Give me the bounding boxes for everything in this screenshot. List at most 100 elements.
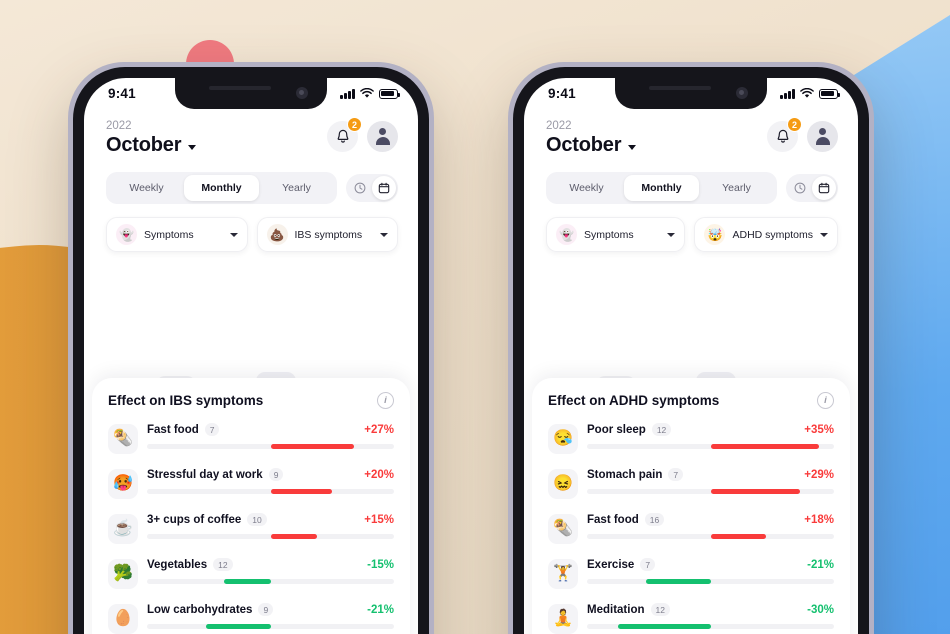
effect-row[interactable]: 🧘 Meditation 12 -30% (548, 603, 834, 634)
effect-bar-fill (710, 444, 819, 449)
battery-icon (819, 88, 840, 99)
page-header: 2022 October 2 (524, 109, 858, 157)
effect-count: 12 (651, 423, 672, 436)
effect-percent: -15% (367, 558, 394, 571)
effect-row[interactable]: 😖 Stomach pain 7 +29% (548, 468, 834, 499)
effect-name: Fast food (147, 423, 199, 436)
tab-yearly[interactable]: Yearly (259, 175, 334, 201)
calendar-icon (818, 182, 830, 194)
effect-bar-track (147, 534, 394, 539)
effects-list: 😪 Poor sleep 12 +35% 😖 Stomach pain 7 +29% 🌯 Fast… (548, 423, 834, 634)
profile-avatar-button[interactable] (367, 121, 398, 152)
poop-emoji-icon: 💩 (266, 224, 288, 245)
effect-count: 9 (258, 603, 274, 616)
dropdown-symptoms[interactable]: 👻 Symptoms (106, 217, 248, 252)
effects-card-title: Effect on IBS symptoms (108, 393, 264, 408)
effect-row-body: Poor sleep 12 +35% (587, 423, 834, 449)
effects-card-header: Effect on ADHD symptoms i (548, 392, 834, 409)
calendar-view-button[interactable] (812, 176, 836, 200)
period-controls: Weekly Monthly Yearly (84, 157, 418, 204)
effect-name: Stressful day at work (147, 468, 263, 481)
filter-dropdowns: 👻 Symptoms 💩 IBS symptoms (84, 204, 418, 252)
info-icon[interactable]: i (817, 392, 834, 409)
date-selector[interactable]: 2022 October (546, 119, 637, 157)
avatar-icon (814, 128, 831, 145)
effect-percent: +18% (804, 513, 834, 526)
effect-row[interactable]: 🌯 Fast food 16 +18% (548, 513, 834, 544)
dropdown-symptom-type-label: ADHD symptoms (732, 228, 813, 241)
clock-view-button[interactable] (788, 176, 812, 200)
hot-face-emoji-icon: 🥵 (108, 469, 138, 499)
effect-count: 12 (650, 603, 670, 616)
effects-card-header: Effect on IBS symptoms i (108, 392, 394, 409)
dropdown-symptoms[interactable]: 👻 Symptoms (546, 217, 686, 252)
effect-row-body: Fast food 16 +18% (587, 513, 834, 539)
clock-icon (354, 182, 366, 194)
page-header: 2022 October 2 (84, 109, 418, 157)
header-actions: 2 (767, 117, 838, 152)
effect-name: Fast food (587, 513, 639, 526)
date-selector[interactable]: 2022 October (106, 119, 197, 157)
effect-count: 16 (644, 513, 665, 526)
tab-monthly[interactable]: Monthly (184, 175, 259, 201)
calendar-view-button[interactable] (372, 176, 396, 200)
effect-percent: +20% (364, 468, 394, 481)
effect-percent: -30% (807, 603, 834, 616)
effect-bar-fill (710, 489, 801, 494)
effect-percent: +29% (804, 468, 834, 481)
sleepy-face-emoji-icon: 😪 (548, 424, 578, 454)
effect-percent: +27% (364, 423, 394, 436)
tab-yearly[interactable]: Yearly (699, 175, 774, 201)
effect-bar-track (587, 489, 834, 494)
notifications-button[interactable]: 2 (327, 117, 362, 152)
chevron-down-icon (667, 232, 676, 237)
phone-screen: 9:41 2022 October 2 Weekly Monthly Yearl… (84, 78, 418, 634)
effect-row[interactable]: 😪 Poor sleep 12 +35% (548, 423, 834, 454)
effect-row[interactable]: ☕ 3+ cups of coffee 10 +15% (108, 513, 394, 544)
effect-row-top: Fast food 16 +18% (587, 513, 834, 526)
tab-weekly[interactable]: Weekly (109, 175, 184, 201)
profile-avatar-button[interactable] (807, 121, 838, 152)
effect-row[interactable]: 🥵 Stressful day at work 9 +20% (108, 468, 394, 499)
ghost-emoji-icon: 👻 (116, 224, 137, 245)
info-icon[interactable]: i (377, 392, 394, 409)
clock-view-button[interactable] (348, 176, 372, 200)
broccoli-emoji-icon: 🥦 (108, 559, 138, 589)
effect-row[interactable]: 🏋️ Exercise 7 -21% (548, 558, 834, 589)
effect-bar-fill (270, 534, 317, 539)
coffee-emoji-icon: ☕ (108, 514, 138, 544)
effect-bar-track (147, 624, 394, 629)
effect-row[interactable]: 🌯 Fast food 7 +27% (108, 423, 394, 454)
effect-percent: -21% (367, 603, 394, 616)
effect-row[interactable]: 🥚 Low carbohydrates 9 -21% (108, 603, 394, 634)
effect-row-top: Stomach pain 7 +29% (587, 468, 834, 481)
effect-bar-fill (710, 534, 767, 539)
dropdown-symptoms-label: Symptoms (144, 228, 194, 241)
dropdown-symptom-type[interactable]: 🤯 ADHD symptoms (694, 217, 838, 252)
wifi-icon (800, 88, 814, 98)
notifications-button[interactable]: 2 (767, 117, 802, 152)
period-controls: Weekly Monthly Yearly (524, 157, 858, 204)
view-mode-toggle (346, 174, 398, 202)
effect-bar-fill (224, 579, 271, 584)
effect-row[interactable]: 🥦 Vegetables 12 -15% (108, 558, 394, 589)
effect-count: 10 (247, 513, 267, 526)
chevron-down-icon (229, 232, 238, 237)
bell-icon (337, 129, 348, 143)
status-indicators (340, 88, 400, 99)
header-actions: 2 (327, 117, 398, 152)
tab-monthly[interactable]: Monthly (624, 175, 699, 201)
dropdown-symptom-type[interactable]: 💩 IBS symptoms (256, 217, 398, 252)
effect-name: 3+ cups of coffee (147, 513, 242, 526)
status-time: 9:41 (108, 86, 136, 101)
effect-bar-fill (270, 444, 354, 449)
effect-name: Exercise (587, 558, 635, 571)
tab-weekly[interactable]: Weekly (549, 175, 624, 201)
effect-row-body: Fast food 7 +27% (147, 423, 394, 449)
effects-list: 🌯 Fast food 7 +27% 🥵 Stressful day at work 9 +2… (108, 423, 394, 634)
effect-row-top: Fast food 7 +27% (147, 423, 394, 436)
effect-row-top: 3+ cups of coffee 10 +15% (147, 513, 394, 526)
year-label: 2022 (106, 120, 132, 132)
chevron-down-icon (820, 232, 828, 237)
effect-row-body: Low carbohydrates 9 -21% (147, 603, 394, 629)
